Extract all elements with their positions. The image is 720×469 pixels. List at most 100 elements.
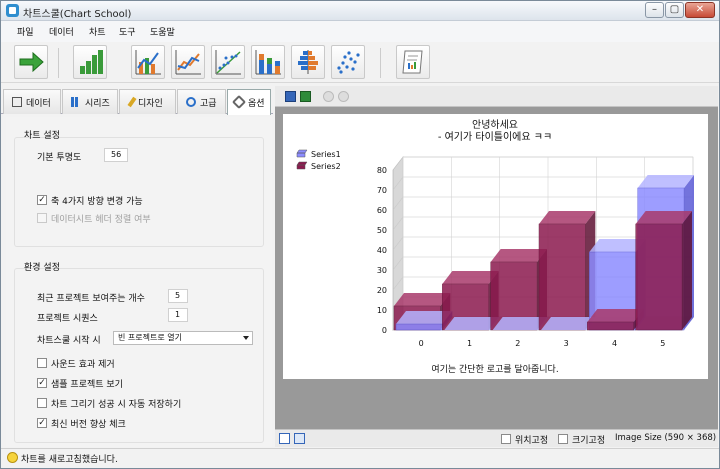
report-button[interactable]	[396, 45, 430, 79]
recent-input[interactable]: 5	[168, 289, 188, 303]
legend-swatch	[296, 161, 308, 170]
x-tick-label: 1	[467, 339, 472, 348]
sample-checkbox[interactable]: ✓	[37, 378, 47, 388]
scatter-trend-button[interactable]	[211, 45, 245, 79]
option-tabs: 데이터 시리즈 디자인 고급 옵션	[1, 86, 273, 115]
series2-bar	[538, 223, 586, 331]
report-icon	[402, 50, 423, 74]
menu-help[interactable]: 도움말	[150, 25, 175, 38]
y-tick-label: 0	[382, 326, 387, 335]
stacked-bar-icon	[255, 50, 281, 75]
forward-icon[interactable]	[338, 91, 349, 102]
next-button[interactable]	[14, 45, 48, 79]
series2-bar-side	[682, 211, 692, 330]
menu-data[interactable]: 데이터	[49, 25, 74, 38]
y-tick-label: 50	[377, 226, 387, 235]
combo-chart-icon	[135, 50, 161, 75]
tab-data-label: 데이터	[26, 99, 51, 109]
start-select-value: 빈 프로젝트로 열기	[118, 333, 182, 342]
back-icon[interactable]	[323, 91, 334, 102]
chart-settings-title: 차트 설정	[24, 131, 60, 141]
chart-toolbar	[275, 86, 718, 107]
tab-data[interactable]: 데이터	[3, 89, 61, 114]
sound-checkbox[interactable]	[37, 358, 47, 368]
tab-options-label: 옵션	[248, 99, 265, 109]
legend-label: Series1	[311, 150, 341, 159]
x-tick-label: 3	[564, 339, 569, 348]
line-chart-icon	[175, 50, 201, 75]
toolbar-separator	[58, 48, 59, 78]
update-label: 최신 버전 향상 체크	[51, 420, 126, 430]
pyramid-chart-button[interactable]	[291, 45, 325, 79]
rotate-label: 축 4가지 방향 변경 가능	[51, 197, 143, 207]
table-icon	[12, 97, 22, 107]
size-lock-checkbox[interactable]	[558, 434, 568, 444]
fit-icon[interactable]	[279, 433, 290, 444]
menu-tools[interactable]: 도구	[119, 25, 136, 38]
recent-label: 최근 프로젝트 보여주는 개수	[37, 294, 145, 304]
series-icon	[71, 97, 81, 107]
title-bar: 차트스쿨(Chart School) – ▢ ✕	[1, 1, 719, 21]
save-icon[interactable]	[285, 91, 296, 102]
app-icon	[6, 4, 19, 17]
bar-chart-button[interactable]	[73, 45, 107, 79]
pin-label: 위치고정	[515, 436, 549, 446]
line-chart-button[interactable]	[171, 45, 205, 79]
chart-canvas: 안녕하세요 - 여기가 타이틀이에요 ㅋㅋ Series1 Series2 0 10 20 3…	[283, 114, 708, 379]
sound-label: 사운드 효과 제거	[51, 360, 115, 370]
scatter-chart-button[interactable]	[331, 45, 365, 79]
close-button[interactable]: ✕	[685, 2, 715, 18]
y-tick-label: 80	[377, 166, 387, 175]
chart-subtitle: - 여기가 타이틀이에요 ㅋㅋ	[438, 131, 552, 143]
sequence-input[interactable]: 1	[168, 308, 188, 322]
options-panel: 차트 설정 기본 투명도 56 ✓ 축 4가지 방향 변경 가능 데이터시트 헤…	[6, 117, 272, 447]
stacked-bar-button[interactable]	[251, 45, 285, 79]
scatter-trend-icon	[215, 50, 241, 75]
menu-bar: 파일 데이터 차트 도구 도움말	[1, 21, 719, 42]
scatter-chart-icon	[337, 51, 360, 74]
dropdown-arrow-icon	[243, 336, 249, 340]
sort-checkbox[interactable]	[37, 213, 47, 223]
x-tick-label: 4	[612, 339, 617, 348]
maximize-button[interactable]: ▢	[665, 2, 684, 18]
main-window: 차트스쿨(Chart School) – ▢ ✕ 파일 데이터 차트 도구 도움…	[0, 0, 720, 469]
minimize-button[interactable]: –	[645, 2, 664, 18]
y-tick-label: 40	[377, 246, 387, 255]
start-select[interactable]: 빈 프로젝트로 열기	[113, 331, 253, 345]
tab-design-label: 디자인	[138, 99, 163, 109]
tab-series-label: 시리즈	[85, 99, 110, 109]
menu-chart[interactable]: 차트	[89, 25, 106, 38]
toolbar-separator	[380, 48, 381, 78]
opacity-input[interactable]: 56	[104, 148, 128, 162]
autosave-label: 차트 그리기 성공 시 자동 저장하기	[51, 400, 182, 410]
legend-swatch	[296, 149, 308, 158]
start-label: 차트스쿨 시작 시	[37, 336, 101, 346]
sort-label: 데이터시트 헤더 정렬 여부	[51, 215, 151, 225]
tab-advanced[interactable]: 고급	[177, 89, 226, 114]
pencil-icon	[127, 96, 137, 108]
series2-bar	[635, 223, 683, 331]
y-tick-label: 30	[377, 266, 387, 275]
menu-file[interactable]: 파일	[17, 25, 34, 38]
pin-checkbox[interactable]	[501, 434, 511, 444]
next-arrow-icon	[19, 51, 44, 73]
rotate-checkbox[interactable]: ✓	[37, 195, 47, 205]
status-message: 차트를 새로고침했습니다.	[21, 455, 118, 465]
chart-area: 안녕하세요 - 여기가 타이틀이에요 ㅋㅋ Series1 Series2 0 10 20 3…	[275, 86, 718, 447]
y-tick-label: 60	[377, 206, 387, 215]
update-checkbox[interactable]: ✓	[37, 418, 47, 428]
sequence-label: 프로젝트 시퀀스	[37, 314, 98, 324]
magnifier-icon	[186, 97, 196, 107]
zoom-icon[interactable]	[294, 433, 305, 444]
autosave-checkbox[interactable]	[37, 398, 47, 408]
tab-options[interactable]: 옵션	[227, 89, 271, 115]
tab-series[interactable]: 시리즈	[62, 89, 118, 114]
excel-icon[interactable]	[300, 91, 311, 102]
series2-bar	[587, 321, 634, 331]
pyramid-chart-icon	[298, 50, 318, 74]
combo-chart-button[interactable]	[131, 45, 165, 79]
image-size-label: Image Size (590 × 368)	[615, 433, 717, 443]
y-tick-label: 20	[377, 286, 387, 295]
chart-bottom-bar: 위치고정 크기고정 Image Size (590 × 368)	[275, 429, 718, 447]
tab-design[interactable]: 디자인	[119, 89, 176, 114]
